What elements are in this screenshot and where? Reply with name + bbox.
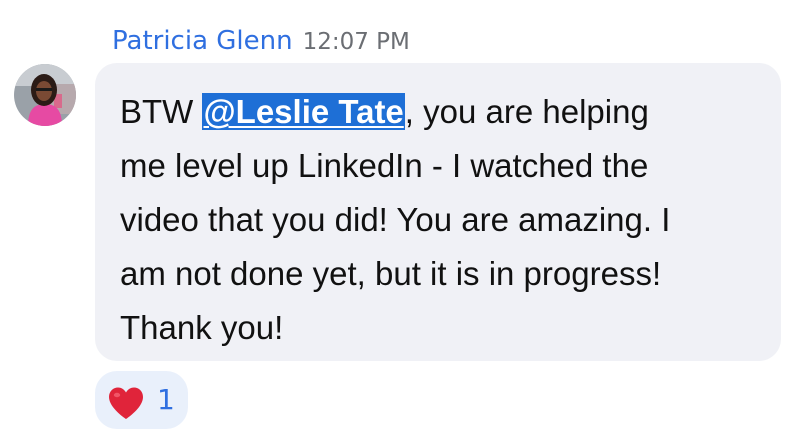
message-line: video that you did! You are amazing. I (120, 201, 671, 238)
heart-icon (109, 387, 143, 419)
chat-message: Patricia Glenn 12:07 PM BTW @Leslie Tate… (0, 0, 805, 432)
message-timestamp: 12:07 PM (302, 29, 410, 55)
mention-link[interactable]: @Leslie Tate (202, 93, 405, 130)
message-line: Thank you! (120, 309, 284, 346)
message-header: Patricia Glenn 12:07 PM (112, 26, 410, 56)
message-text: BTW @Leslie Tate, you are helping me lev… (120, 85, 760, 355)
message-line: me level up LinkedIn - I watched the (120, 147, 649, 184)
message-text-prefix: BTW (120, 93, 203, 130)
message-line: am not done yet, but it is in progress! (120, 255, 662, 292)
sender-name[interactable]: Patricia Glenn (112, 26, 293, 56)
message-text-suffix: , you are helping (404, 93, 649, 130)
message-line: BTW @Leslie Tate, you are helping (120, 85, 760, 139)
avatar-image (14, 64, 76, 126)
reaction-count: 1 (157, 383, 175, 416)
avatar[interactable] (14, 64, 76, 126)
reaction-button[interactable]: 1 (95, 371, 188, 429)
message-bubble: BTW @Leslie Tate, you are helping me lev… (95, 63, 781, 361)
